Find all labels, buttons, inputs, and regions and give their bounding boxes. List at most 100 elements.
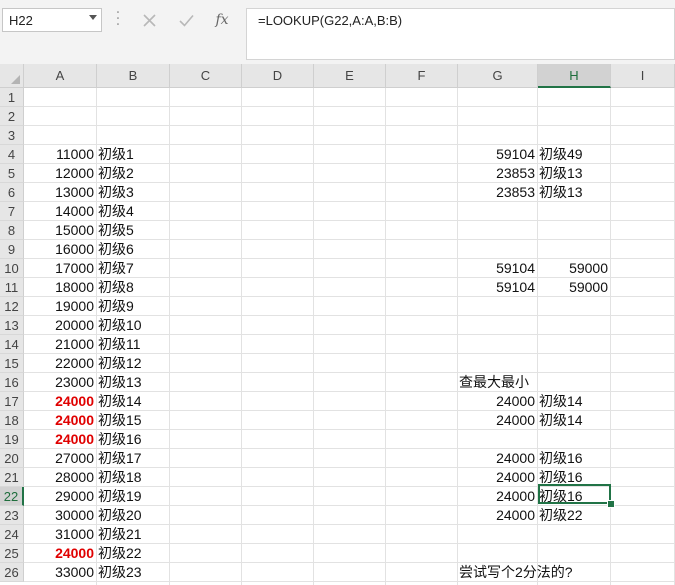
cell-b17[interactable]: 初级14 (98, 392, 169, 411)
cell-b24[interactable]: 初级21 (98, 525, 169, 544)
cell-b15[interactable]: 初级12 (98, 354, 169, 373)
cell-a17[interactable]: 24000 (25, 392, 94, 411)
chevron-down-icon[interactable] (89, 15, 97, 20)
row-header-22[interactable]: 22 (0, 487, 24, 506)
more-vertical-icon[interactable]: · · · (115, 6, 121, 32)
column-header-d[interactable]: D (242, 64, 314, 88)
cell-b21[interactable]: 初级18 (98, 468, 169, 487)
cell-g4[interactable]: 59104 (459, 145, 535, 164)
cell-b8[interactable]: 初级5 (98, 221, 169, 240)
cell-b26[interactable]: 初级23 (98, 563, 169, 582)
row-header-6[interactable]: 6 (0, 183, 24, 202)
cell-h23[interactable]: 初级22 (539, 506, 610, 525)
row-header-24[interactable]: 24 (0, 525, 24, 544)
cell-a14[interactable]: 21000 (25, 335, 94, 354)
row-header-2[interactable]: 2 (0, 107, 24, 126)
cell-a16[interactable]: 23000 (25, 373, 94, 392)
cell-a24[interactable]: 31000 (25, 525, 94, 544)
cell-b25[interactable]: 初级22 (98, 544, 169, 563)
cell-a9[interactable]: 16000 (25, 240, 94, 259)
cell-a25[interactable]: 24000 (25, 544, 94, 563)
cell-a7[interactable]: 14000 (25, 202, 94, 221)
row-header-25[interactable]: 25 (0, 544, 24, 563)
cell-a23[interactable]: 30000 (25, 506, 94, 525)
row-header-1[interactable]: 1 (0, 88, 24, 107)
row-header-26[interactable]: 26 (0, 563, 24, 582)
row-header-3[interactable]: 3 (0, 126, 24, 145)
cell-b5[interactable]: 初级2 (98, 164, 169, 183)
cell-b19[interactable]: 初级16 (98, 430, 169, 449)
name-box[interactable]: H22 (2, 8, 102, 32)
cell-g20[interactable]: 24000 (459, 449, 535, 468)
cell-h5[interactable]: 初级13 (539, 164, 610, 183)
cell-b23[interactable]: 初级20 (98, 506, 169, 525)
cell-a15[interactable]: 22000 (25, 354, 94, 373)
cancel-x-icon[interactable] (135, 7, 163, 33)
cell-g23[interactable]: 24000 (459, 506, 535, 525)
cell-g10[interactable]: 59104 (459, 259, 535, 278)
check-icon[interactable] (172, 7, 200, 33)
row-header-11[interactable]: 11 (0, 278, 24, 297)
cell-b14[interactable]: 初级11 (98, 335, 169, 354)
row-header-17[interactable]: 17 (0, 392, 24, 411)
cell-g18[interactable]: 24000 (459, 411, 535, 430)
row-header-4[interactable]: 4 (0, 145, 24, 164)
cell-g11[interactable]: 59104 (459, 278, 535, 297)
column-header-c[interactable]: C (170, 64, 242, 88)
cell-g22[interactable]: 24000 (459, 487, 535, 506)
cell-a13[interactable]: 20000 (25, 316, 94, 335)
cell-h6[interactable]: 初级13 (539, 183, 610, 202)
column-header-h[interactable]: H (538, 64, 611, 88)
column-header-e[interactable]: E (314, 64, 386, 88)
fill-handle[interactable] (607, 500, 615, 508)
cell-h4[interactable]: 初级49 (539, 145, 610, 164)
cell-b11[interactable]: 初级8 (98, 278, 169, 297)
active-cell-border[interactable] (538, 484, 611, 504)
insert-function-button[interactable]: fx (208, 7, 236, 33)
row-header-21[interactable]: 21 (0, 468, 24, 487)
cell-a10[interactable]: 17000 (25, 259, 94, 278)
cell-a21[interactable]: 28000 (25, 468, 94, 487)
cell-g17[interactable]: 24000 (459, 392, 535, 411)
cell-g5[interactable]: 23853 (459, 164, 535, 183)
row-header-19[interactable]: 19 (0, 430, 24, 449)
row-header-23[interactable]: 23 (0, 506, 24, 525)
cell-h20[interactable]: 初级16 (539, 449, 610, 468)
cell-a18[interactable]: 24000 (25, 411, 94, 430)
column-header-i[interactable]: I (611, 64, 675, 88)
cell-b13[interactable]: 初级10 (98, 316, 169, 335)
cell-b9[interactable]: 初级6 (98, 240, 169, 259)
row-header-18[interactable]: 18 (0, 411, 24, 430)
row-header-9[interactable]: 9 (0, 240, 24, 259)
column-header-f[interactable]: F (386, 64, 458, 88)
cell-b6[interactable]: 初级3 (98, 183, 169, 202)
cell-a6[interactable]: 13000 (25, 183, 94, 202)
cell-a20[interactable]: 27000 (25, 449, 94, 468)
column-header-g[interactable]: G (458, 64, 538, 88)
cell-b10[interactable]: 初级7 (98, 259, 169, 278)
cell-a26[interactable]: 33000 (25, 563, 94, 582)
cell-a11[interactable]: 18000 (25, 278, 94, 297)
cell-h18[interactable]: 初级14 (539, 411, 610, 430)
row-header-10[interactable]: 10 (0, 259, 24, 278)
row-header-20[interactable]: 20 (0, 449, 24, 468)
row-header-15[interactable]: 15 (0, 354, 24, 373)
cell-g26[interactable]: 尝试写个2分法的? (459, 563, 573, 582)
row-header-12[interactable]: 12 (0, 297, 24, 316)
column-header-a[interactable]: A (24, 64, 97, 88)
cell-h10[interactable]: 59000 (539, 259, 608, 278)
cell-g21[interactable]: 24000 (459, 468, 535, 487)
row-header-14[interactable]: 14 (0, 335, 24, 354)
cell-b22[interactable]: 初级19 (98, 487, 169, 506)
cell-a12[interactable]: 19000 (25, 297, 94, 316)
cell-h17[interactable]: 初级14 (539, 392, 610, 411)
cell-a22[interactable]: 29000 (25, 487, 94, 506)
row-header-5[interactable]: 5 (0, 164, 24, 183)
cell-a4[interactable]: 11000 (25, 145, 94, 164)
cell-b16[interactable]: 初级13 (98, 373, 169, 392)
cell-h11[interactable]: 59000 (539, 278, 608, 297)
row-header-13[interactable]: 13 (0, 316, 24, 335)
row-header-7[interactable]: 7 (0, 202, 24, 221)
cell-g6[interactable]: 23853 (459, 183, 535, 202)
cell-b7[interactable]: 初级4 (98, 202, 169, 221)
